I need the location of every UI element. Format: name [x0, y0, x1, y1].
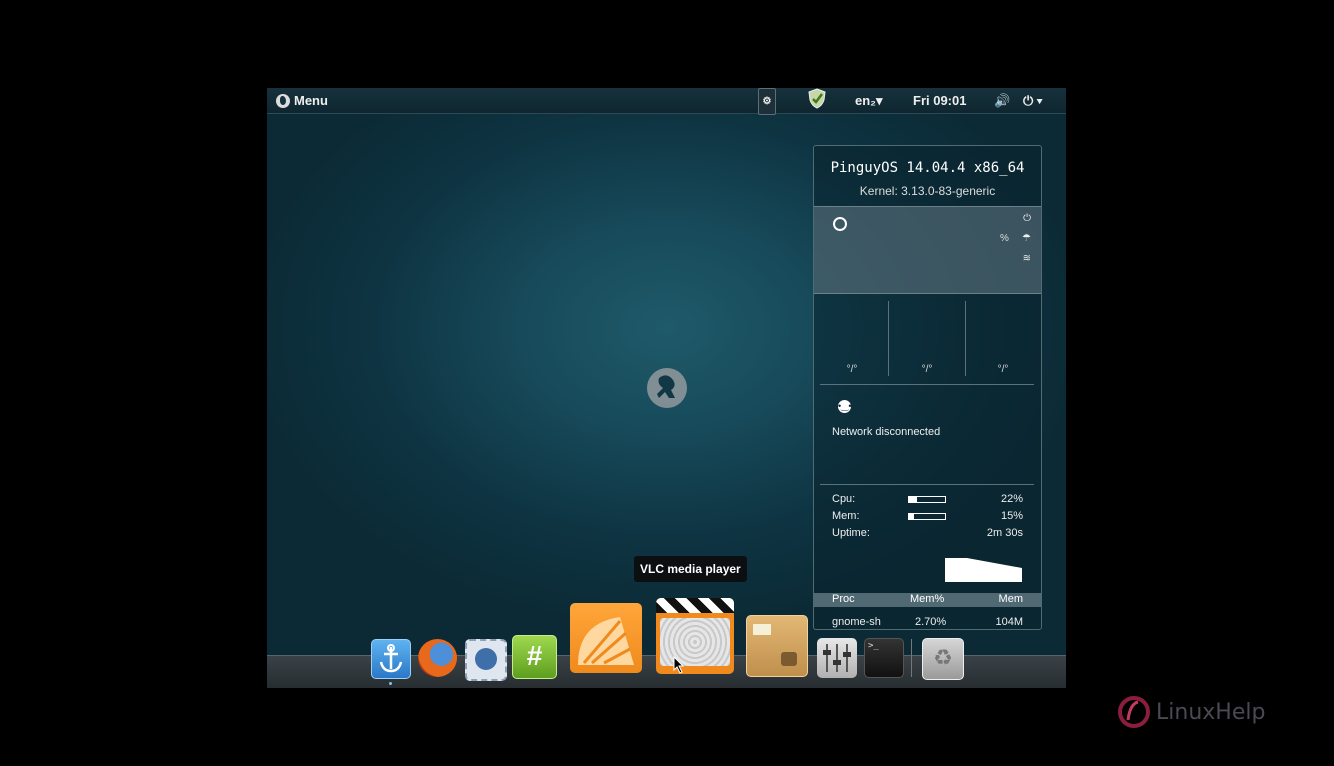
column-header-mem: Mem — [998, 593, 1023, 605]
divider — [820, 484, 1034, 485]
trash-icon[interactable]: ♻ — [922, 638, 964, 680]
cpu-bar — [908, 496, 946, 503]
mem-bar — [908, 513, 946, 520]
forecast-day-1: °/° — [846, 364, 858, 375]
kernel-version: Kernel: 3.13.0-83-generic — [859, 184, 996, 198]
humidity-percent: % — [1000, 233, 1009, 244]
hexchat-icon[interactable]: # — [512, 635, 557, 679]
shield-check-icon[interactable] — [807, 88, 827, 113]
system-settings-icon[interactable] — [817, 638, 857, 678]
pressure-icon: ⏻ — [1023, 213, 1031, 224]
weather-widget: % ⏻ ☂ ≋ — [814, 206, 1041, 294]
dock-tooltip: VLC media player — [634, 556, 747, 582]
column-header-proc: Proc — [832, 593, 855, 605]
volume-icon[interactable]: 🔊 — [994, 88, 1010, 113]
vlc-icon[interactable] — [656, 598, 734, 674]
process-row: gnome-sh 2.70% 104M — [814, 616, 1041, 629]
cpu-graph — [945, 558, 1022, 582]
divider — [820, 384, 1034, 385]
mem-label: Mem: — [832, 510, 860, 522]
process-table-header: Proc Mem% Mem — [814, 593, 1041, 607]
wind-icon: ≋ — [1022, 253, 1031, 264]
clock[interactable]: Fri 09:01 — [913, 88, 966, 113]
cpu-value: 22% — [1000, 493, 1023, 505]
forecast-day-2: °/° — [921, 364, 933, 375]
firefox-icon[interactable] — [418, 639, 457, 677]
dock-separator — [911, 639, 912, 677]
docky-anchor-icon[interactable] — [371, 639, 411, 679]
active-app-indicator — [389, 682, 392, 685]
system-monitor-icon[interactable]: ⚙ — [758, 88, 776, 115]
process-mem-percent: 2.70% — [915, 616, 947, 628]
network-face-icon: •‿• — [838, 400, 852, 413]
cpu-label: Cpu: — [832, 493, 856, 505]
uptime-label: Uptime: — [832, 527, 870, 539]
mouse-cursor-icon — [673, 656, 685, 674]
top-panel: Menu ⚙ en₂▾ Fri 09:01 🔊 ⏻ ▾ — [267, 88, 1066, 115]
menu-button[interactable]: Menu — [276, 88, 328, 113]
desktop: Menu ⚙ en₂▾ Fri 09:01 🔊 ⏻ ▾ PinguyOS 14.… — [267, 88, 1066, 688]
network-status: Network disconnected — [832, 426, 941, 438]
thunderbird-icon[interactable] — [465, 639, 507, 681]
archive-manager-icon[interactable] — [746, 615, 808, 677]
mem-value: 15% — [1000, 510, 1023, 522]
conky-system-panel: PinguyOS 14.04.4 x86_64 Kernel: 3.13.0-8… — [813, 145, 1042, 630]
terminal-icon[interactable]: >_ — [864, 638, 904, 678]
process-name: gnome-sh — [832, 616, 881, 628]
os-version: PinguyOS 14.04.4 x86_64 — [830, 160, 1025, 176]
menu-globe-icon — [276, 93, 290, 108]
forecast-day-3: °/° — [997, 364, 1009, 375]
weather-condition-icon — [833, 217, 847, 231]
column-header-mem-percent: Mem% — [910, 593, 945, 605]
menu-label: Menu — [294, 93, 328, 108]
clementine-icon[interactable] — [570, 603, 642, 673]
humidity-icon: ☂ — [1022, 233, 1031, 244]
pinguy-logo-icon — [647, 368, 687, 408]
uptime-value: 2m 30s — [986, 527, 1023, 539]
linuxhelp-logo: LinuxHelp — [1116, 694, 1278, 730]
keyboard-layout-indicator[interactable]: en₂▾ — [855, 88, 882, 113]
process-mem: 104M — [995, 616, 1023, 628]
linuxhelp-logo-icon — [1118, 696, 1150, 728]
power-menu-icon[interactable]: ⏻ ▾ — [1023, 88, 1042, 113]
